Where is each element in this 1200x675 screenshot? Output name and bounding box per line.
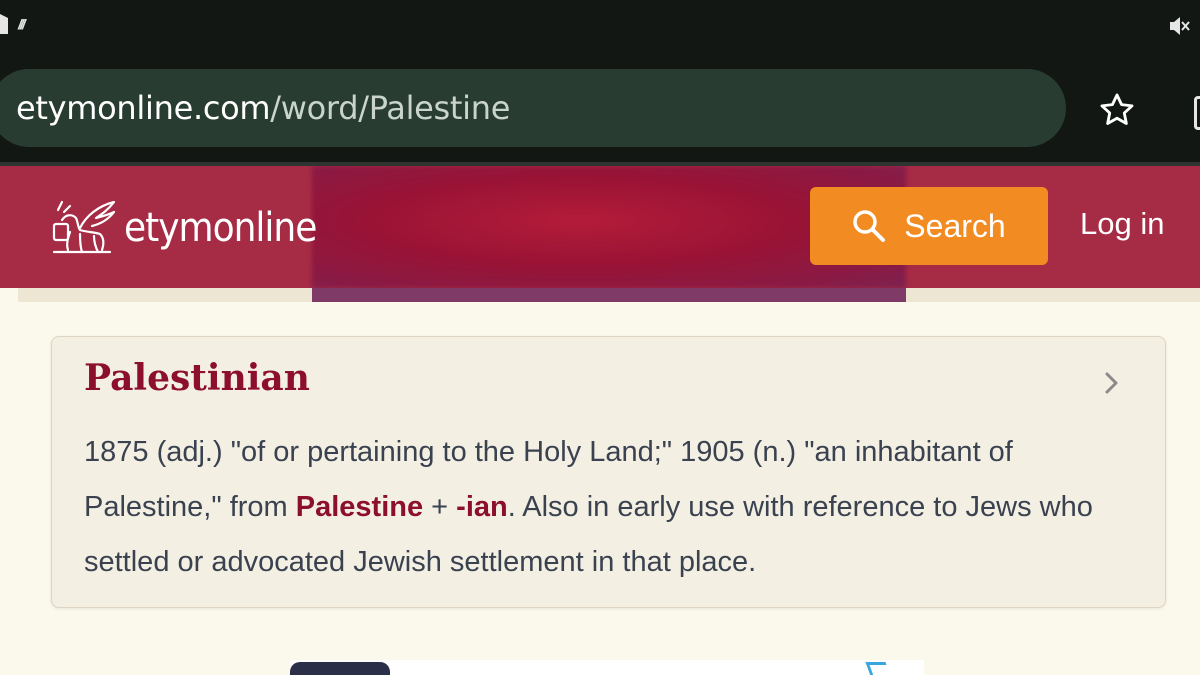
status-icons-left: ///	[0, 14, 26, 34]
search-icon	[853, 210, 886, 242]
site-header: etymonline Search Log in	[0, 166, 1200, 288]
mute-icon	[1170, 17, 1190, 35]
tab-switcher-icon[interactable]	[1194, 96, 1200, 130]
advertisement-banner[interactable]	[290, 660, 924, 675]
entry-definition: 1875 (adj.) "of or pertaining to the Hol…	[84, 425, 1144, 590]
entry-card[interactable]: Palestinian 1875 (adj.) "of or pertainin…	[51, 336, 1166, 608]
address-bar[interactable]: etymonline.com/word/Palestine	[0, 69, 1066, 147]
xref-palestine-link[interactable]: Palestine	[296, 491, 423, 523]
entry-title[interactable]: Palestinian	[84, 357, 310, 399]
url-path: /word/Palestine	[270, 89, 511, 127]
ad-choices-icon[interactable]	[865, 662, 891, 675]
logo-text: etymonline	[124, 205, 317, 251]
login-link[interactable]: Log in	[1080, 206, 1164, 242]
star-icon[interactable]	[1098, 91, 1136, 129]
xref-ian-link[interactable]: -ian	[456, 491, 508, 523]
header-underline-left	[18, 288, 312, 302]
winged-lion-logo-icon	[52, 200, 116, 254]
search-button[interactable]: Search	[810, 187, 1048, 265]
header-underline-center	[312, 288, 906, 302]
status-bar: ///	[0, 0, 1200, 58]
search-button-label: Search	[904, 207, 1006, 244]
chevron-right-icon[interactable]	[1103, 369, 1121, 397]
ad-image	[290, 662, 390, 675]
header-underline-right	[906, 288, 1200, 302]
definition-text-2: +	[423, 491, 457, 523]
browser-toolbar: etymonline.com/word/Palestine	[0, 58, 1200, 164]
url-text: etymonline.com/word/Palestine	[16, 89, 510, 127]
url-domain: etymonline.com	[16, 89, 271, 127]
signal-icon: ///	[18, 16, 26, 32]
notification-icon	[0, 14, 8, 34]
site-logo[interactable]: etymonline	[50, 198, 317, 258]
